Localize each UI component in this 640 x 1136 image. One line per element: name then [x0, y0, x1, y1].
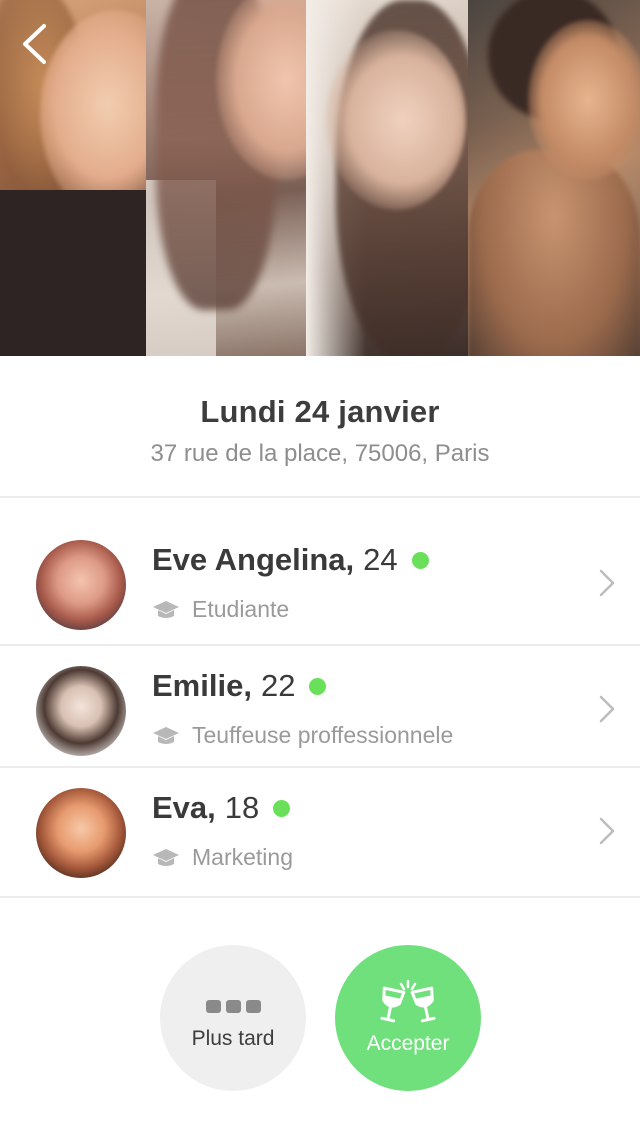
accept-button[interactable]: Accepter: [335, 945, 481, 1091]
profile-photo[interactable]: [468, 0, 640, 356]
accept-button-label: Accepter: [366, 1032, 450, 1055]
participant-name: Eva: [152, 790, 208, 825]
name-separator: ,: [207, 790, 216, 825]
avatar[interactable]: [36, 666, 126, 756]
participant-age: 24: [363, 542, 398, 577]
back-button[interactable]: [14, 22, 54, 66]
more-dots-icon: [205, 999, 261, 1013]
participant-job: Etudiante: [192, 596, 290, 622]
event-info: Lundi 24 janvier 37 rue de la place, 750…: [0, 356, 640, 498]
avatar[interactable]: [36, 540, 126, 630]
participant-row[interactable]: Emilie, 22 Teuffeuse proffessionnele: [0, 646, 640, 768]
later-button-label: Plus tard: [191, 1026, 275, 1050]
cheers-glasses-icon: [380, 980, 436, 1023]
profile-photo[interactable]: [146, 0, 306, 356]
participant-age: 18: [224, 790, 260, 825]
graduation-cap-icon: [152, 848, 180, 868]
participant-name: Emilie: [152, 668, 244, 703]
online-status-indicator: [273, 799, 291, 817]
profile-photo[interactable]: [306, 0, 468, 356]
avatar[interactable]: [36, 788, 126, 878]
online-status-indicator: [411, 551, 429, 569]
participant-row[interactable]: Eva, 18 Marketing: [0, 768, 640, 898]
chevron-right-icon: [599, 569, 615, 597]
online-status-indicator: [309, 677, 327, 695]
chevron-right-icon: [599, 817, 615, 845]
chevron-left-icon: [23, 24, 46, 64]
participant-row[interactable]: Eve Angelina, 24 Etudiante: [0, 520, 640, 646]
participant-name: Eve Angelina: [152, 542, 346, 577]
photo-gallery[interactable]: [0, 0, 640, 356]
graduation-cap-icon: [152, 600, 180, 620]
action-buttons: Plus tard Accepter: [0, 945, 640, 1091]
participant-job: Marketing: [192, 844, 293, 870]
chevron-right-icon: [599, 695, 615, 723]
participant-age: 22: [260, 668, 296, 703]
graduation-cap-icon: [152, 726, 180, 746]
event-date: Lundi 24 janvier: [200, 394, 440, 429]
event-address: 37 rue de la place, 75006, Paris: [150, 440, 490, 467]
participant-list: Eve Angelina, 24 Etudiante Emilie, 22 Te…: [0, 520, 640, 898]
name-separator: ,: [345, 542, 355, 577]
participant-job: Teuffeuse proffessionnele: [192, 722, 454, 748]
later-button[interactable]: Plus tard: [160, 945, 306, 1091]
name-separator: ,: [243, 668, 252, 703]
